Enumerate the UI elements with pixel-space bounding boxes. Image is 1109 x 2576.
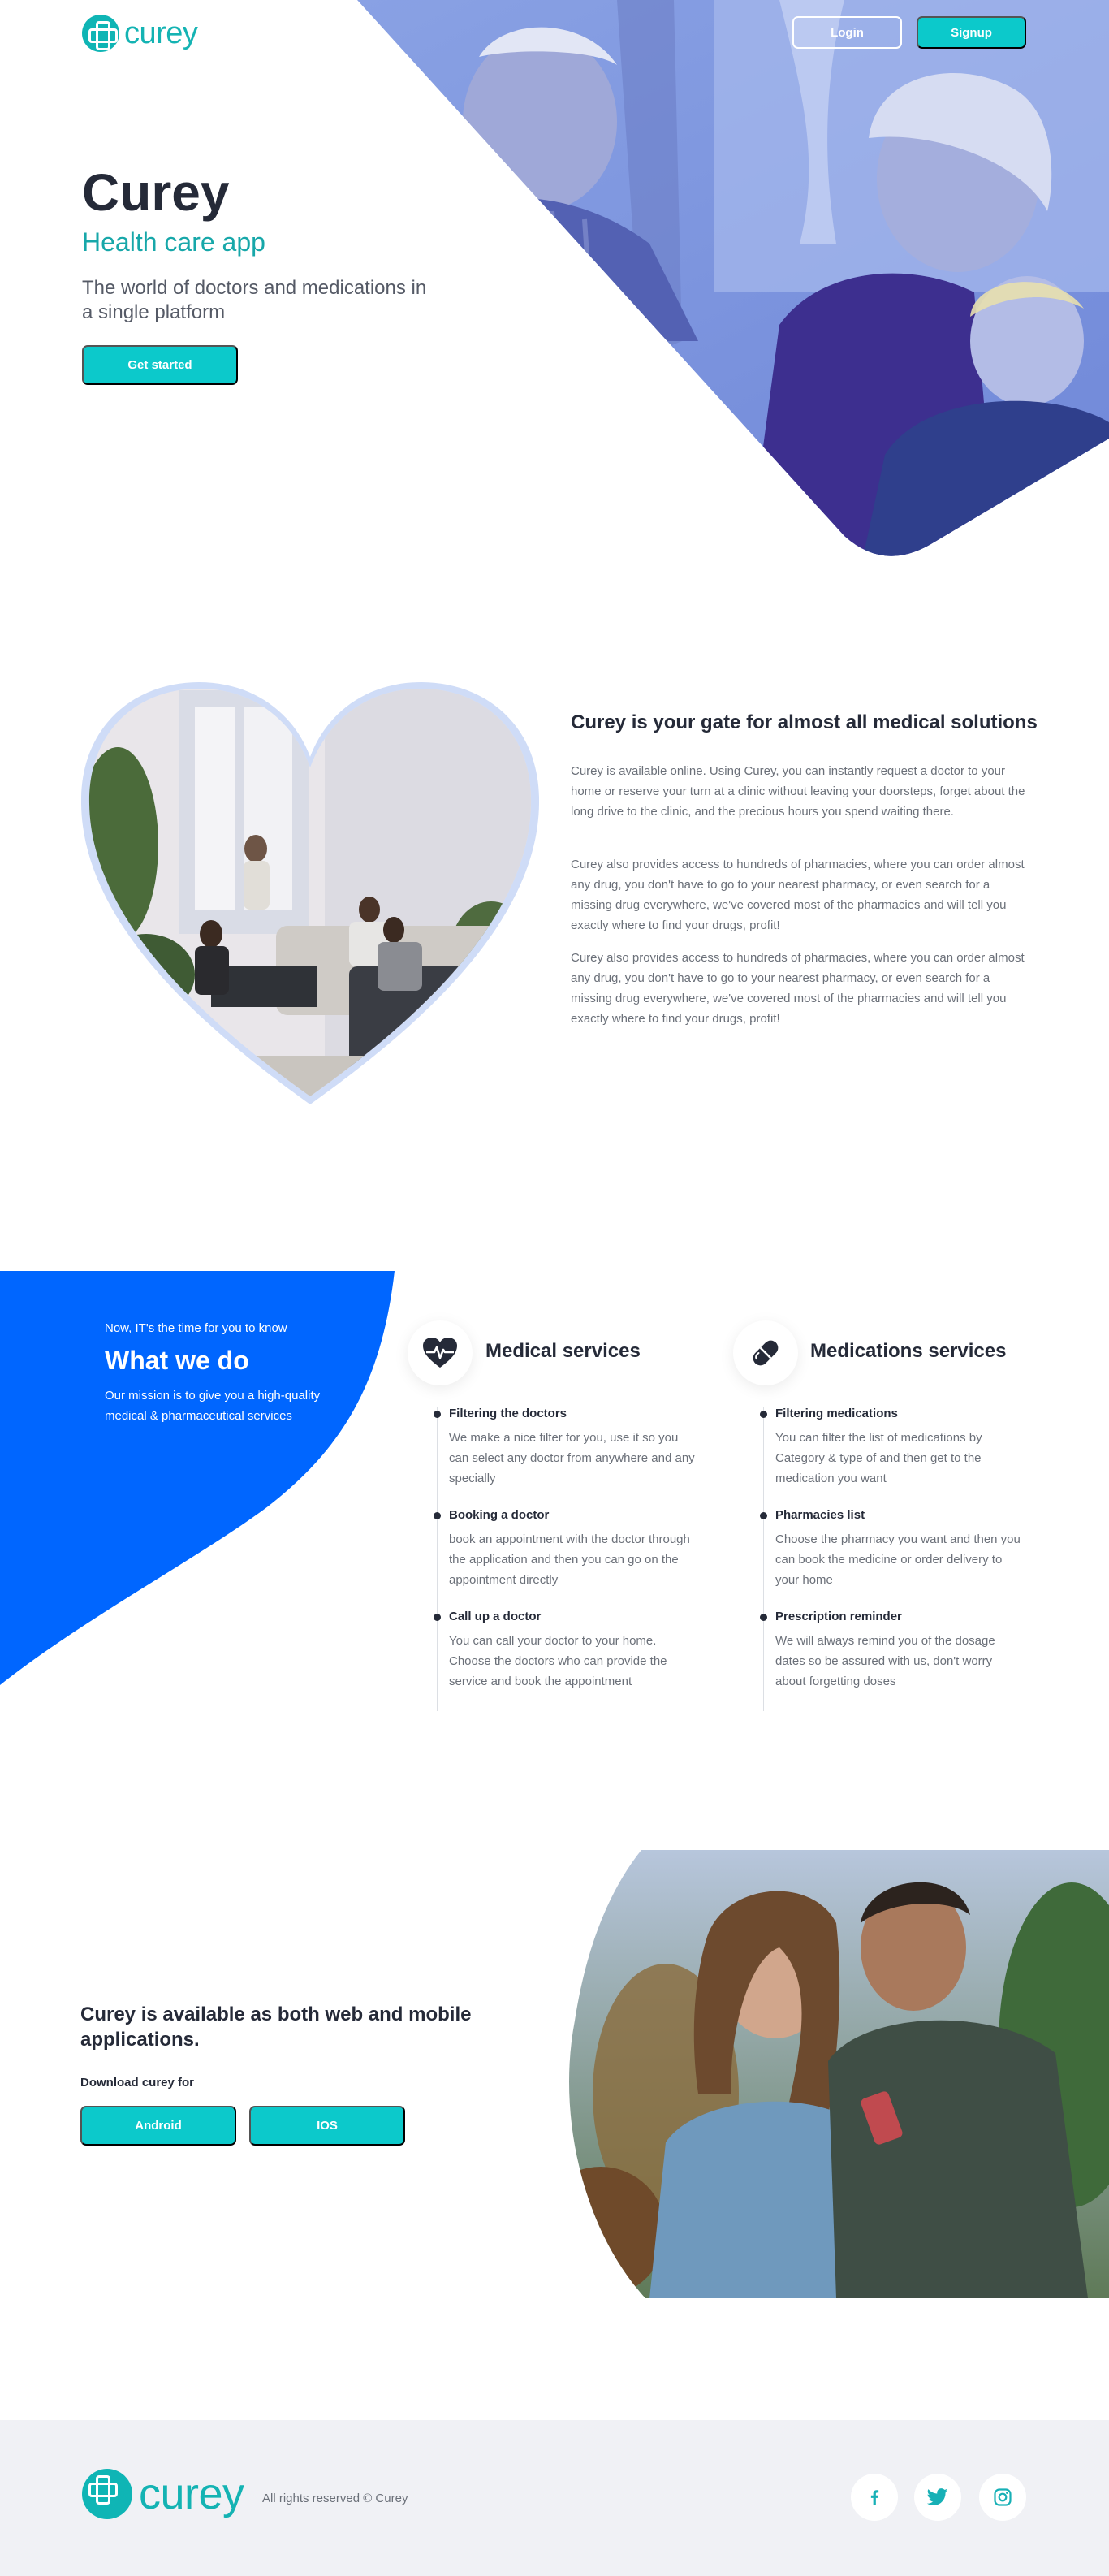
list-item-title: Call up a doctor (449, 1610, 542, 1623)
list-item-desc: You can call your doctor to your home. C… (449, 1634, 667, 1688)
list-item-desc: Choose the pharmacy you want and then yo… (775, 1532, 1021, 1587)
cross-logo-icon (82, 15, 119, 52)
list-item-desc: book an appointment with the doctor thro… (449, 1532, 690, 1587)
facebook-icon[interactable] (851, 2474, 898, 2521)
download-label: Download curey for (80, 2076, 195, 2090)
couple-with-phone-photo (569, 1850, 1109, 2298)
about-title: Curey is your gate for almost all medica… (571, 711, 1038, 733)
hero-title: Curey (82, 163, 230, 222)
what-we-do-description: Our mission is to give you a high-qualit… (105, 1389, 321, 1423)
logo-text: curey (139, 2470, 244, 2518)
list-item-title: Filtering medications (775, 1407, 898, 1420)
download-title: Curey is available as both web and mobil… (80, 2003, 472, 2051)
medications-services-title: Medications services (810, 1340, 1007, 1362)
list-item: Call up a doctor You can call your docto… (434, 1610, 697, 1692)
list-item-title: Booking a doctor (449, 1508, 550, 1522)
ios-button[interactable]: IOS (249, 2106, 405, 2146)
list-item: Pharmacies list Choose the pharmacy you … (760, 1508, 1023, 1590)
about-paragraph: Curey also provides access to hundreds o… (571, 858, 1025, 932)
pill-icon (733, 1320, 798, 1385)
header-logo[interactable]: curey (82, 15, 198, 52)
what-we-do-kicker: Now, IT's the time for you to know (105, 1321, 287, 1335)
instagram-icon[interactable] (979, 2474, 1026, 2521)
cross-logo-icon (82, 2469, 132, 2519)
twitter-icon[interactable] (914, 2474, 961, 2521)
medications-services-list: Filtering medications You can filter the… (760, 1407, 1023, 1711)
list-item: Booking a doctor book an appointment wit… (434, 1508, 697, 1590)
list-item-desc: You can filter the list of medications b… (775, 1431, 982, 1485)
login-button[interactable]: Login (792, 16, 902, 49)
what-we-do-title: What we do (105, 1346, 249, 1375)
signup-button[interactable]: Signup (917, 16, 1026, 49)
list-item: Filtering medications You can filter the… (760, 1407, 1023, 1489)
heart-pulse-icon (408, 1320, 473, 1385)
list-item-title: Prescription reminder (775, 1610, 902, 1623)
hero-subtitle: Health care app (82, 227, 265, 257)
list-item-title: Filtering the doctors (449, 1407, 567, 1420)
medical-services-list: Filtering the doctors We make a nice fil… (434, 1407, 697, 1711)
medical-services-title: Medical services (485, 1340, 641, 1362)
footer-logo[interactable]: curey (82, 2469, 244, 2519)
about-paragraph: Curey is available online. Using Curey, … (571, 764, 1025, 819)
list-item-title: Pharmacies list (775, 1508, 865, 1522)
list-item: Filtering the doctors We make a nice fil… (434, 1407, 697, 1489)
footer-copyright: All rights reserved © Curey (262, 2492, 408, 2505)
android-button[interactable]: Android (80, 2106, 236, 2146)
hero-section: curey Login Signup Curey Health care app… (0, 0, 1109, 568)
list-item-desc: We will always remind you of the dosage … (775, 1634, 995, 1688)
hero-description: The world of doctors and medications in … (82, 277, 427, 323)
about-paragraph: Curey also provides access to hundreds o… (571, 951, 1025, 1026)
heart-photo (81, 682, 539, 1104)
get-started-button[interactable]: Get started (82, 345, 238, 385)
list-item-desc: We make a nice filter for you, use it so… (449, 1431, 695, 1485)
logo-text: curey (124, 15, 198, 50)
list-item: Prescription reminder We will always rem… (760, 1610, 1023, 1692)
